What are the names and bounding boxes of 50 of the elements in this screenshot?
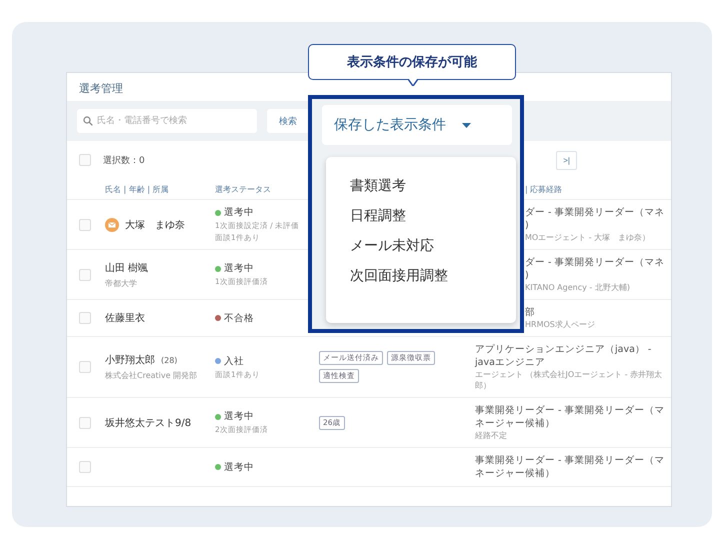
- application-route: 経路不定: [475, 430, 508, 441]
- search-field[interactable]: 氏名・電話番号で検索: [77, 109, 257, 133]
- status-label: 選考中: [224, 262, 254, 275]
- menu-item[interactable]: 日程調整: [326, 201, 516, 231]
- row-checkbox[interactable]: [79, 461, 91, 473]
- row-checkbox[interactable]: [79, 312, 91, 324]
- select-all-checkbox[interactable]: [79, 154, 91, 166]
- job-title: ダー - 事業開発リーダー（マネ ): [525, 256, 666, 282]
- candidate-affiliation: 帝都大学: [105, 278, 138, 288]
- last-page-button[interactable]: >|: [556, 150, 577, 170]
- job-title: アプリケーションエンジニア（java） - javaエンジニア: [475, 343, 652, 369]
- application-route: MOエージェント - 大塚 まゆ奈）: [525, 232, 652, 243]
- job-title: ダー - 事業開発リーダー（マネ ): [525, 206, 666, 232]
- status-label: 選考中: [224, 460, 254, 474]
- menu-item[interactable]: 次回面接用調整: [326, 261, 516, 291]
- search-icon: [83, 116, 93, 126]
- caret-icon: [462, 122, 471, 128]
- column-header: 氏名 | 年齢 | 所属: [105, 184, 170, 194]
- callout-label: 表示条件の保存が可能: [308, 44, 516, 80]
- search-button[interactable]: 検索: [267, 109, 309, 133]
- status-label: 選考中: [224, 206, 254, 219]
- page-title: 選考管理: [79, 81, 123, 96]
- application-route: エージェント （株式会社JOエージェント - 赤井翔太郎）: [475, 369, 664, 391]
- candidate-name: 大塚 まゆ奈: [125, 218, 185, 232]
- job-title: 部: [525, 306, 536, 319]
- candidate-name: 小野翔太郎: [105, 354, 155, 367]
- job-title: 事業開発リーダー - 事業開発リーダー（マネージャー候補）: [475, 404, 666, 430]
- status-label: 入社: [224, 354, 244, 368]
- job-title: 事業開発リーダー - 事業開発リーダー（マネージャー候補）: [475, 454, 666, 480]
- row-checkbox[interactable]: [79, 268, 91, 280]
- status-label: 不合格: [224, 312, 254, 324]
- saved-views-dropdown[interactable]: 保存した表示条件: [322, 105, 512, 145]
- callout-pointer: [408, 79, 418, 86]
- application-route: KITANO Agency - 北野大輔): [525, 282, 631, 293]
- row-checkbox[interactable]: [79, 361, 91, 373]
- column-header: | 応募経路: [524, 184, 564, 194]
- menu-item[interactable]: 書類選考: [326, 171, 516, 201]
- application-route: HRMOS求人ページ: [525, 319, 596, 330]
- candidate-name: 佐藤里衣: [105, 312, 145, 325]
- menu-item[interactable]: メール未対応: [326, 231, 516, 261]
- candidate-age: (28): [161, 356, 178, 364]
- candidate-affiliation: 株式会社Creative 開発部: [105, 370, 198, 381]
- column-header: 選考ステータス: [215, 184, 272, 194]
- selection-count: 選択数：0: [103, 154, 145, 166]
- candidate-name: 山田 樹颯: [105, 262, 148, 274]
- status-label: 選考中: [224, 410, 254, 423]
- row-checkbox[interactable]: [79, 218, 91, 230]
- candidate-name: 坂井悠太テスト9/8: [105, 416, 192, 430]
- mail-icon: [105, 218, 119, 232]
- row-checkbox[interactable]: [79, 416, 91, 428]
